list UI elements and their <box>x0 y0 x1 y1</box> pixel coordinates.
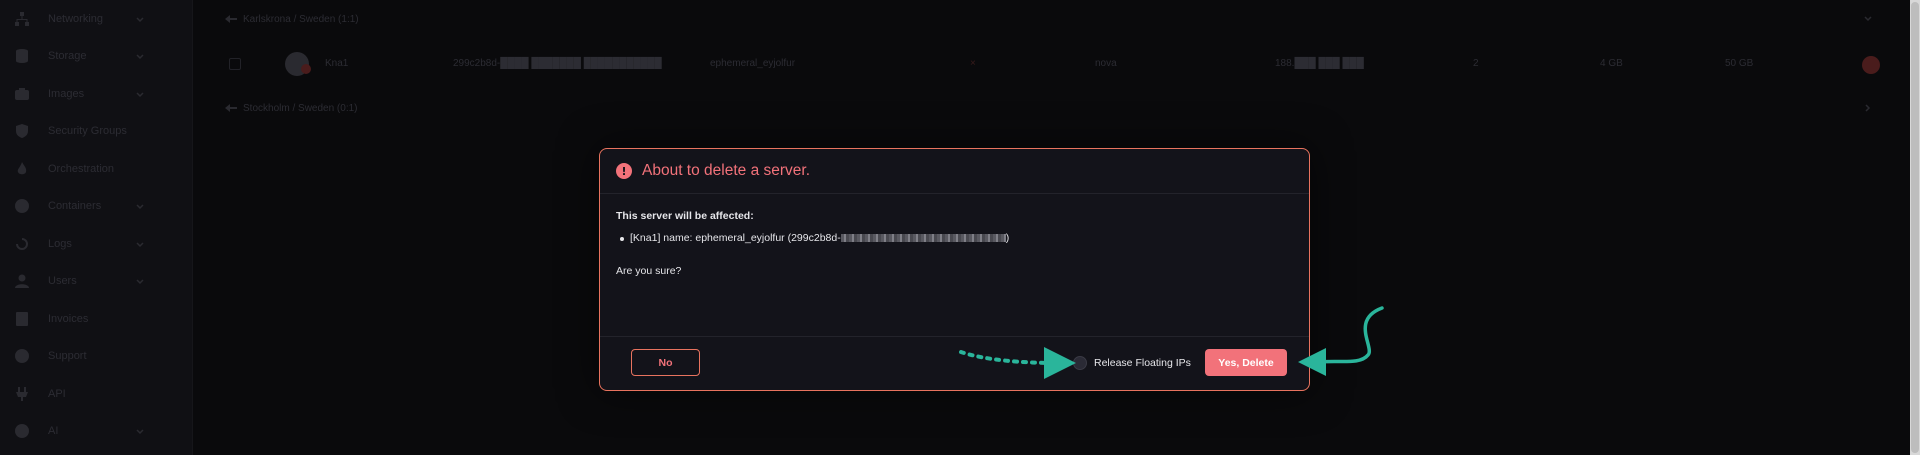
server-network: nova <box>1095 58 1117 69</box>
sidebar-item-containers[interactable]: Containers <box>0 188 192 226</box>
dialog-footer: No Release Floating IPs Yes, Delete <box>600 336 1309 390</box>
warning-icon: ! <box>616 163 632 179</box>
storage-icon <box>14 48 30 64</box>
sidebar-item-ai[interactable]: AI <box>0 413 192 451</box>
sidebar-item-label: Networking <box>48 12 104 25</box>
chevron-down-icon <box>136 427 144 435</box>
sidebar-item-label: API <box>48 387 66 400</box>
delete-server-button[interactable] <box>1862 56 1880 74</box>
globe-icon <box>14 198 30 214</box>
sidebar-item-orchestration[interactable]: Orchestration <box>0 150 192 188</box>
user-icon <box>14 273 30 289</box>
row-checkbox[interactable] <box>229 58 241 70</box>
sidebar-item-label: Security Groups <box>48 125 127 138</box>
sidebar-item-label: Support <box>48 350 87 363</box>
server-ram: 4 GB <box>1600 58 1623 69</box>
sidebar-item-label: Images <box>48 87 85 100</box>
sidebar-item-label: Orchestration <box>48 162 115 175</box>
region-icon <box>225 103 237 113</box>
sidebar-item-label: AI <box>48 425 59 438</box>
server-item-text: [Kna1] name: ephemeral_eyjolfur (299c2b8… <box>630 232 841 244</box>
confirm-question: Are you sure? <box>616 265 682 277</box>
status-dot <box>301 64 311 74</box>
page-scrollbar[interactable] <box>1910 0 1920 455</box>
region-row-stockholm[interactable]: Stockholm / Sweden (0:1) <box>225 98 1872 118</box>
dialog-header: ! About to delete a server. <box>600 149 1309 194</box>
sidebar-item-label: Storage <box>48 50 87 63</box>
affected-title: This server will be affected: <box>616 210 754 222</box>
dialog-title: About to delete a server. <box>642 162 811 179</box>
network-icon <box>14 11 30 27</box>
chevron-down-icon <box>1864 15 1872 23</box>
chevron-down-icon <box>136 90 144 98</box>
release-floating-ips-label[interactable]: Release Floating IPs <box>1094 357 1191 369</box>
release-floating-ips-radio[interactable] <box>1073 356 1087 370</box>
flame-icon <box>14 161 30 177</box>
invoice-icon <box>14 311 30 327</box>
sidebar-item-security-groups[interactable]: Security Groups <box>0 113 192 151</box>
chevron-right-icon <box>1864 104 1872 112</box>
sidebar-item-label: Invoices <box>48 312 89 325</box>
server-status: × <box>970 58 976 69</box>
server-name: ephemeral_eyjolfur <box>710 58 796 69</box>
sidebar-item-label: Logs <box>48 237 72 250</box>
sidebar-item-label: Users <box>48 275 77 288</box>
server-disk: 50 GB <box>1725 58 1754 69</box>
server-id: 299c2b8d-████ ███████ ███████████ <box>453 58 662 69</box>
delete-server-dialog: ! About to delete a server. This server … <box>599 148 1310 391</box>
ai-icon <box>14 423 30 439</box>
chevron-down-icon <box>136 240 144 248</box>
dialog-body: This server will be affected: [Kna1] nam… <box>600 194 1309 277</box>
chevron-down-icon <box>136 202 144 210</box>
shield-icon <box>14 123 30 139</box>
region-label: Karlskrona / Sweden (1:1) <box>243 13 359 25</box>
server-row: Kna1 299c2b8d-████ ███████ ███████████ e… <box>225 50 1880 78</box>
region-icon <box>225 14 237 24</box>
region-row-karlskrona[interactable]: Karlskrona / Sweden (1:1) <box>225 9 1872 29</box>
server-ip: 188.███ ███ ███ <box>1275 58 1364 69</box>
camera-icon <box>14 86 30 102</box>
server-cpu: 2 <box>1473 58 1479 69</box>
affected-server-list: [Kna1] name: ephemeral_eyjolfur (299c2b8… <box>616 232 1293 244</box>
sidebar-item-storage[interactable]: Storage <box>0 38 192 76</box>
no-button[interactable]: No <box>631 349 700 376</box>
sidebar: Networking Storage Images Security Group… <box>0 0 193 455</box>
chevron-down-icon <box>136 15 144 23</box>
plug-icon <box>14 386 30 402</box>
sidebar-item-images[interactable]: Images <box>0 75 192 113</box>
chevron-down-icon <box>136 52 144 60</box>
sidebar-item-invoices[interactable]: Invoices <box>0 300 192 338</box>
server-region: Kna1 <box>325 58 349 69</box>
list-item: [Kna1] name: ephemeral_eyjolfur (299c2b8… <box>620 232 1293 244</box>
region-label: Stockholm / Sweden (0:1) <box>243 102 358 114</box>
sidebar-item-logs[interactable]: Logs <box>0 225 192 263</box>
redacted-id <box>840 234 1006 243</box>
history-icon <box>14 236 30 252</box>
sidebar-item-support[interactable]: Support <box>0 338 192 376</box>
scrollbar-thumb[interactable] <box>1911 2 1919 453</box>
sidebar-item-users[interactable]: Users <box>0 263 192 301</box>
sidebar-item-networking[interactable]: Networking <box>0 0 192 38</box>
sidebar-item-label: Containers <box>48 200 102 213</box>
sidebar-item-api[interactable]: API <box>0 375 192 413</box>
support-icon <box>14 348 30 364</box>
chevron-down-icon <box>136 277 144 285</box>
yes-delete-button[interactable]: Yes, Delete <box>1205 349 1287 376</box>
server-item-suffix: ) <box>1005 232 1010 244</box>
